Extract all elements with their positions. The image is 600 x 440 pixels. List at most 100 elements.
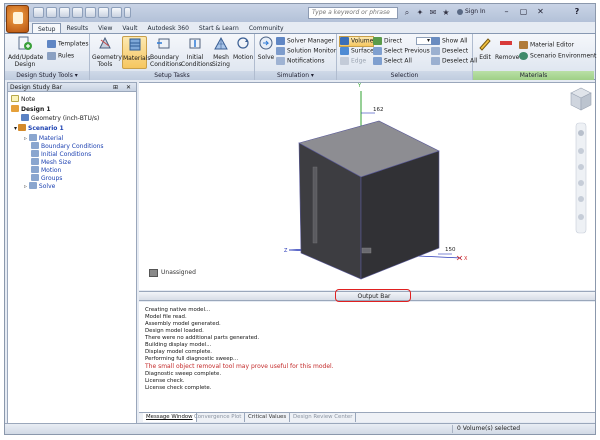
print-icon[interactable] [111,7,122,18]
motion-button[interactable]: Motion [233,36,253,61]
solver-manager-button[interactable]: Solver Manager [276,37,334,46]
z-axis-label: Z [284,248,288,254]
zoom-icon[interactable] [578,164,584,170]
sign-in-button[interactable]: Sign In [457,8,486,15]
message-line: Performing full diagnostic sweep... [145,356,239,362]
surface-toggle[interactable]: Surface [340,47,374,56]
rules-button[interactable]: Rules [47,52,74,61]
customize-qat-icon[interactable] [124,7,131,18]
select-all-icon [373,57,382,65]
scenario-environment-button[interactable]: Scenario Environment [519,52,596,61]
redo-icon[interactable] [98,7,109,18]
right-dimension-label: 150 [445,247,456,253]
mesh-sizing-label: Mesh Sizing [212,54,230,68]
close-icon[interactable]: ✕ [534,7,547,18]
binoculars-icon[interactable]: ⌕ [402,7,412,18]
design-study-bar: Design Study Bar ⊞ ✕ Note Design 1 Geome… [7,82,137,432]
material-editor-label: Material Editor [530,41,575,49]
selection-mode-dropdown[interactable]: Direct [373,37,432,46]
add-update-design-button[interactable]: Add/Update Design [8,36,43,68]
undo-icon[interactable] [85,7,96,18]
tab-design-review-center[interactable]: Design Review Center [290,413,357,422]
notifications-button[interactable]: Notifications [276,57,325,66]
panel-title-simulation[interactable]: Simulation ▾ [255,71,336,80]
pan-icon[interactable] [578,148,584,154]
tab-critical-values[interactable]: Critical Values [245,413,291,422]
save-icon[interactable] [59,7,70,18]
boundary-conditions-button[interactable]: Boundary Conditions [150,36,182,68]
collapse-icon[interactable]: ▾ [14,125,17,132]
maximize-icon[interactable]: ▢ [517,7,530,18]
mesh-sizing-button[interactable]: Mesh Sizing [211,36,231,68]
orbit-icon[interactable] [578,180,584,186]
tab-convergence-plot[interactable]: Convergence Plot [191,413,246,422]
panel-title-design-study-tools[interactable]: Design Study Tools ▾ [5,71,89,80]
application-menu-button[interactable] [6,5,29,33]
quick-access-toolbar [33,7,131,18]
material-icon [28,134,37,141]
output-bar[interactable]: Output Bar [139,289,595,302]
deselect-all-button[interactable]: Deselect All [431,57,477,66]
solve-icon [259,36,273,50]
solution-monitor-button[interactable]: Solution Monitor [276,47,336,56]
templates-label: Templates [58,40,89,48]
edit-material-button[interactable]: Edit [476,36,494,61]
tree-item-scenario[interactable]: ▾ Scenario 1 [14,124,64,133]
model-view[interactable] [139,83,595,291]
tab-message-window[interactable]: Message Window [143,413,197,422]
look-at-icon[interactable] [578,196,584,202]
geometry-tools-button[interactable]: Geometry Tools [92,36,122,68]
boundary-conditions-label: Boundary Conditions [150,54,182,68]
tree-item-solve[interactable]: ▹ Solve [24,182,55,191]
search-input[interactable]: Type a keyword or phrase [308,7,398,19]
communication-icon[interactable]: ✉ [428,7,438,18]
message-line: Model file read. [145,314,187,320]
select-previous-button[interactable]: Select Previous [373,47,430,56]
notifications-icon [276,57,285,65]
deselect-button[interactable]: Deselect [431,47,468,56]
edge-icon [340,57,349,65]
pencil-icon [479,38,491,51]
deselect-icon [431,47,440,55]
solver-manager-label: Solver Manager [287,37,335,45]
favorites-star-icon[interactable]: ★ [441,7,451,18]
panel-selection: Volume Surface Edge Direct Select Previo… [337,34,477,80]
templates-button[interactable]: Templates [47,40,89,49]
solve-tree-icon [28,182,37,189]
message-line: License check. [145,378,185,384]
steering-wheel-icon[interactable] [578,130,584,136]
minimize-icon[interactable]: – [500,7,513,18]
subscription-icon[interactable]: ✦ [415,7,425,18]
materials-label: Materials [123,55,151,62]
tree-item-note[interactable]: Note [11,95,35,104]
save-as-icon[interactable] [72,7,83,18]
box-inlet-slot[interactable] [312,166,318,244]
select-previous-icon [373,47,382,55]
solve-button[interactable]: Solve [257,36,275,61]
tree-item-geometry[interactable]: Geometry (inch-BTU/s) [21,114,99,123]
selection-status: 0 Volume(s) selected [457,425,521,432]
box-outlet-tab[interactable] [361,247,372,254]
3d-viewport[interactable]: 162 150 Y X Z Unassigned [139,82,595,290]
volume-toggle[interactable]: Volume [339,36,375,47]
initial-conditions-button[interactable]: Initial Conditions [181,36,213,68]
material-editor-button[interactable]: Material Editor [519,41,574,50]
show-all-button[interactable]: Show All [431,37,468,46]
panel-pin-close-icons[interactable]: ⊞ ✕ [113,83,134,92]
fit-all-icon[interactable] [578,214,584,220]
scenario-environment-label: Scenario Environment [530,52,597,60]
open-file-icon[interactable] [46,7,57,18]
edge-toggle[interactable]: Edge [340,57,366,66]
output-tabs: Message Window Convergence Plot Critical… [139,412,595,422]
materials-button[interactable]: Materials [122,36,151,69]
remove-material-button[interactable]: Remove [495,36,519,61]
help-button[interactable]: ? [570,7,584,18]
edit-label: Edit [479,54,491,61]
panel-design-study-tools: Add/Update Design Templates Rules Design… [5,34,90,80]
message-window[interactable]: Creating native model... Model file read… [139,302,595,412]
select-all-button[interactable]: Select All [373,57,412,66]
tree-item-design[interactable]: Design 1 [11,105,51,114]
panel-materials: Edit Remove Material Editor Scenario Env… [473,34,596,80]
new-file-icon[interactable] [33,7,44,18]
cfd-logo-icon [13,12,23,24]
